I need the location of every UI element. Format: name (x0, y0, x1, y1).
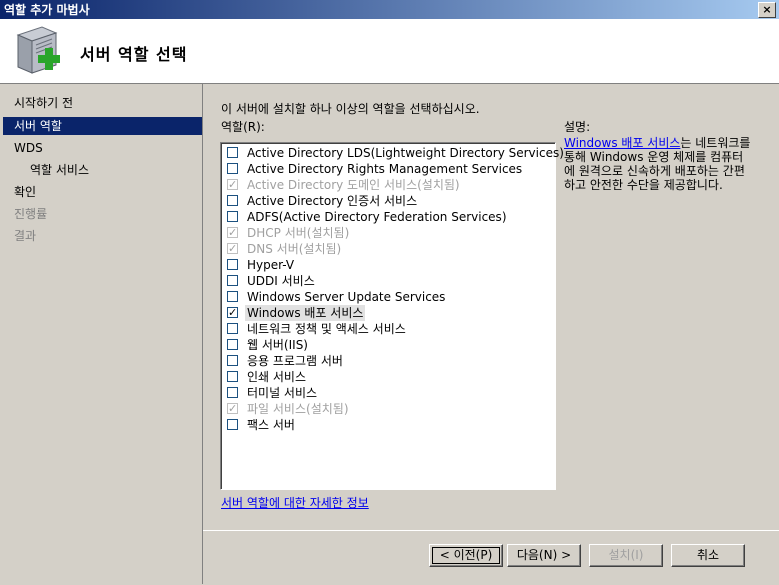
nav-step-role-services[interactable]: 역할 서비스 (0, 161, 202, 179)
description-text: Windows 배포 서비스는 네트워크를 통해 Windows 운영 체제를 … (564, 136, 754, 192)
checkbox: ✓ (227, 242, 238, 255)
checkbox[interactable] (227, 371, 238, 382)
wizard-header: 서버 역할 선택 (0, 19, 779, 84)
checkbox[interactable] (227, 211, 238, 222)
checkbox: ✓ (227, 226, 238, 239)
server-add-icon (16, 26, 60, 74)
checkbox: ✓ (227, 178, 238, 191)
more-info-link[interactable]: 서버 역할에 대한 자세한 정보 (221, 494, 369, 511)
cancel-button[interactable]: 취소 (671, 544, 745, 567)
window-title: 역할 추가 마법사 (4, 3, 90, 17)
title-bar: 역할 추가 마법사 × (0, 0, 779, 19)
checkbox[interactable] (227, 163, 238, 174)
nav-step-wds[interactable]: WDS (0, 139, 202, 157)
roles-checklist[interactable]: Active Directory LDS(Lightweight Directo… (220, 142, 564, 490)
back-button[interactable]: < 이전(P) (429, 544, 503, 567)
nav-step-server-roles[interactable]: 서버 역할 (3, 117, 202, 135)
checkbox[interactable] (227, 259, 238, 270)
checkbox: ✓ (227, 402, 238, 415)
checkbox[interactable] (227, 195, 238, 206)
main-content: 이 서버에 설치할 하나 이상의 역할을 선택하십시오. 역할(R): Acti… (203, 84, 779, 530)
checkbox[interactable] (227, 387, 238, 398)
close-button[interactable]: × (758, 2, 776, 18)
instruction-text: 이 서버에 설치할 하나 이상의 역할을 선택하십시오. (221, 102, 480, 116)
nav-step-confirmation[interactable]: 확인 (0, 183, 202, 201)
wizard-steps-nav: 시작하기 전 서버 역할 WDS 역할 서비스 확인 진행률 결과 (0, 84, 203, 584)
description-link[interactable]: Windows 배포 서비스 (564, 136, 680, 150)
checkbox[interactable] (227, 291, 238, 302)
checkbox[interactable] (227, 419, 238, 430)
next-button[interactable]: 다음(N) > (507, 544, 581, 567)
wizard-footer: < 이전(P) 다음(N) > 설치(I) 취소 (203, 530, 779, 585)
description-title: 설명: (564, 120, 591, 134)
checkbox[interactable]: ✓ (227, 307, 238, 318)
checkbox[interactable] (227, 323, 238, 334)
checkbox[interactable] (227, 355, 238, 366)
install-button: 설치(I) (589, 544, 663, 567)
nav-step-results: 결과 (14, 229, 37, 243)
nav-step-before-you-begin[interactable]: 시작하기 전 (0, 94, 202, 112)
nav-step-progress: 진행률 (14, 207, 48, 221)
checkbox[interactable] (227, 275, 238, 286)
checkbox[interactable] (227, 339, 238, 350)
page-title: 서버 역할 선택 (80, 45, 188, 64)
checkbox[interactable] (227, 147, 238, 158)
roles-label: 역할(R): (221, 120, 265, 134)
